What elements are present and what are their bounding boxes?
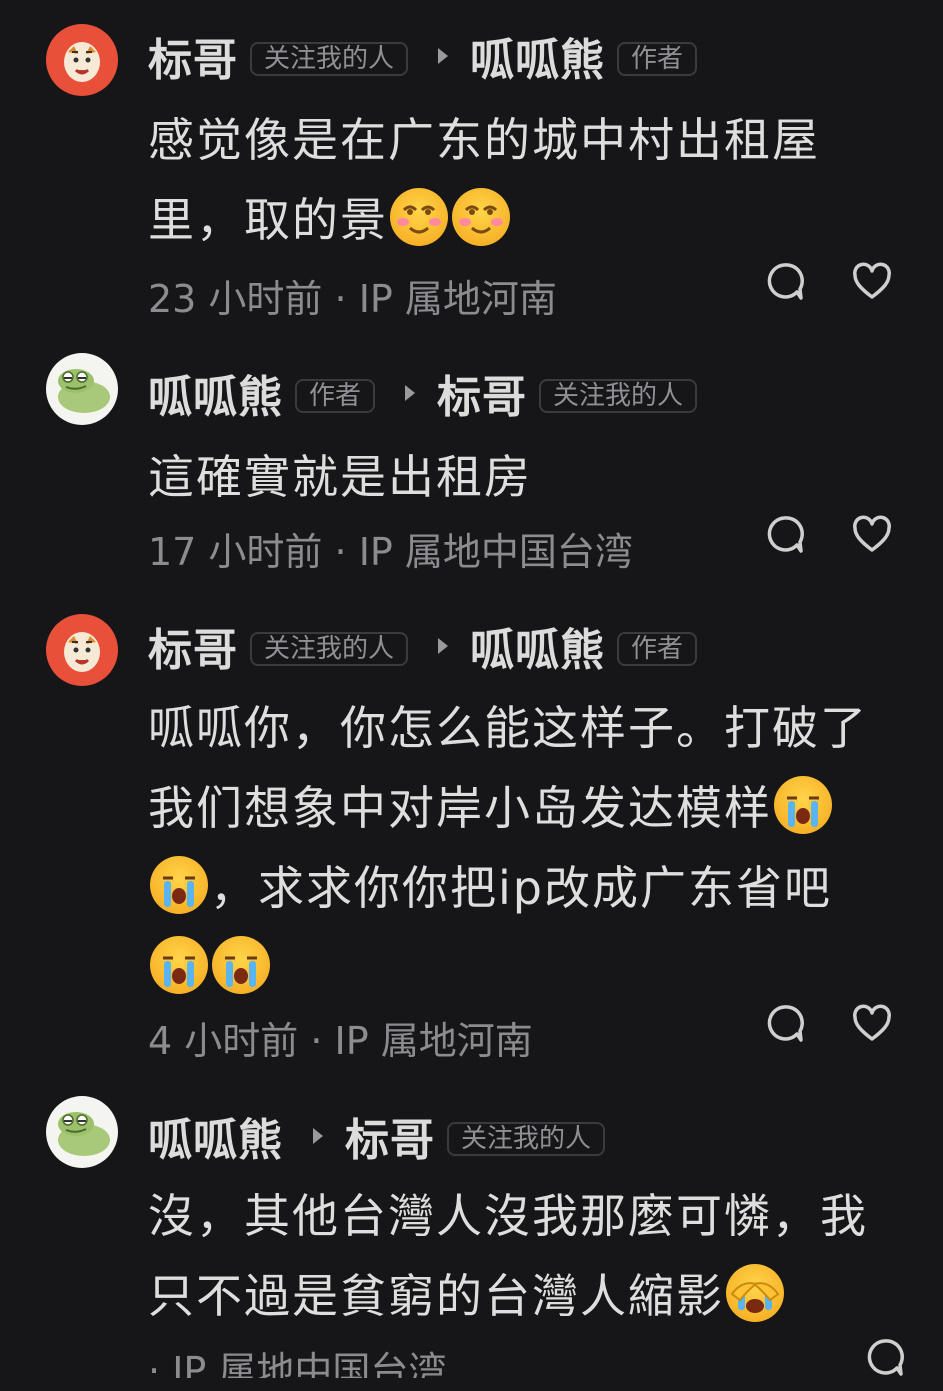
reply-to-username[interactable]: 标哥: [345, 1104, 435, 1168]
comment-header: 呱呱熊 标哥 关注我的人: [148, 1108, 606, 1166]
comment-meta: · IP 属地中国台湾: [148, 1340, 446, 1378]
meta-separator: ·: [334, 530, 347, 574]
crying-face-icon: [150, 856, 208, 914]
comment-text-line: 呱呱你，你怎么能这样子。打破了: [148, 701, 868, 755]
user-tag: 关注我的人: [447, 1122, 606, 1156]
username[interactable]: 呱呱熊: [148, 361, 283, 425]
reply-to-username[interactable]: 呱呱熊: [470, 614, 605, 678]
comment-text[interactable]: 這確實就是出租房: [148, 437, 908, 517]
timestamp: 23 小时前: [148, 277, 323, 321]
reply-arrow-icon: [438, 638, 449, 654]
comment-text-line: 這確實就是出租房: [148, 450, 532, 504]
comment-text[interactable]: 呱呱你，你怎么能这样子。打破了 我们想象中对岸小岛发达模样 ，求求你你把ip改成…: [148, 688, 908, 1008]
avatar-tiger[interactable]: [46, 24, 118, 96]
comment-text-line: 只不過是貧窮的台灣人縮影: [148, 1269, 724, 1323]
ip-location: IP 属地河南: [334, 1019, 533, 1063]
username[interactable]: 标哥: [148, 614, 238, 678]
ip-location: IP 属地河南: [358, 277, 557, 321]
comment-text-line: 感觉像是在广东的城中村出租屋: [148, 113, 820, 167]
reply-arrow-icon: [438, 48, 449, 64]
like-heart-icon[interactable]: [852, 1004, 892, 1044]
meta-separator: ·: [148, 1349, 161, 1378]
smirk-face-icon: [452, 188, 510, 246]
tiger-avatar-icon: [64, 632, 100, 672]
comment-header: 标哥 关注我的人 呱呱熊 作者: [148, 28, 698, 86]
comment-text-line: 里，取的景: [148, 193, 388, 247]
like-heart-icon[interactable]: [852, 515, 892, 555]
crying-face-icon: [150, 936, 208, 994]
comment-text-line: ，求求你你把ip改成广东省吧: [210, 861, 832, 915]
reply-arrow-icon: [405, 385, 416, 401]
user-tag: 关注我的人: [539, 379, 698, 413]
crying-face-icon: [774, 776, 832, 834]
frog-avatar-icon: [58, 1112, 110, 1156]
reply-bubble-icon[interactable]: [764, 262, 804, 302]
comment-header: 呱呱熊 作者 标哥 关注我的人: [148, 365, 698, 423]
frog-avatar-icon: [58, 369, 110, 413]
author-tag: 作者: [617, 42, 698, 76]
facepalm-cry-face-icon: [726, 1264, 784, 1322]
comment-meta: 23 小时前 · IP 属地河南: [148, 268, 557, 323]
reply-bubble-icon[interactable]: [764, 1004, 804, 1044]
timestamp: 17 小时前: [148, 530, 323, 574]
reply-arrow-icon: [313, 1128, 323, 1144]
comment-text[interactable]: 沒，其他台灣人沒我那麼可憐，我 只不過是貧窮的台灣人縮影: [148, 1176, 908, 1336]
reply-to-username[interactable]: 标哥: [437, 361, 527, 425]
like-heart-icon[interactable]: [852, 262, 892, 302]
tiger-avatar-icon: [64, 42, 100, 82]
meta-separator: ·: [334, 277, 347, 321]
reply-bubble-icon[interactable]: [864, 1338, 904, 1378]
author-tag: 作者: [617, 632, 698, 666]
author-tag: 作者: [295, 379, 376, 413]
smirk-face-icon: [390, 188, 448, 246]
comment-text[interactable]: 感觉像是在广东的城中村出租屋 里，取的景: [148, 100, 908, 260]
comment-meta: 4 小时前 · IP 属地河南: [148, 1010, 533, 1065]
reply-to-username[interactable]: 呱呱熊: [470, 24, 605, 88]
meta-separator: ·: [310, 1019, 323, 1063]
crying-face-icon: [212, 936, 270, 994]
user-tag: 关注我的人: [250, 42, 409, 76]
avatar-tiger[interactable]: [46, 614, 118, 686]
ip-location: IP 属地中国台湾: [358, 530, 633, 574]
comment-text-line: 沒，其他台灣人沒我那麼可憐，我: [148, 1189, 868, 1243]
reply-bubble-icon[interactable]: [764, 515, 804, 555]
avatar-frog[interactable]: [46, 1096, 118, 1168]
user-tag: 关注我的人: [250, 632, 409, 666]
comment-text-line: 我们想象中对岸小岛发达模样: [148, 781, 772, 835]
comment-header: 标哥 关注我的人 呱呱熊 作者: [148, 618, 698, 676]
timestamp: 4 小时前: [148, 1019, 299, 1063]
avatar-frog[interactable]: [46, 353, 118, 425]
username[interactable]: 呱呱熊: [148, 1104, 283, 1168]
username[interactable]: 标哥: [148, 24, 238, 88]
ip-location: IP 属地中国台湾: [172, 1349, 447, 1378]
comment-meta: 17 小时前 · IP 属地中国台湾: [148, 521, 633, 576]
